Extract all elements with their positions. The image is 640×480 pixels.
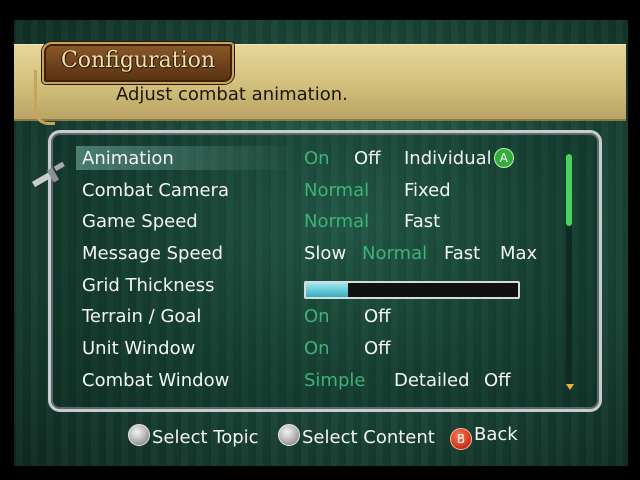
setting-label: Game Speed <box>82 211 198 232</box>
setting-row-animation[interactable]: Animation On Off Individual A <box>76 144 560 174</box>
option-slow[interactable]: Slow <box>304 243 346 264</box>
setting-label: Animation <box>82 148 174 169</box>
option-simple[interactable]: Simple <box>304 370 365 391</box>
option-normal[interactable]: Normal <box>304 211 369 232</box>
hint-label: Select Content <box>302 427 435 448</box>
setting-label: Terrain / Goal <box>82 306 202 327</box>
option-off[interactable]: Off <box>364 306 391 327</box>
option-on[interactable]: On <box>304 338 330 359</box>
option-normal[interactable]: Normal <box>304 180 369 201</box>
setting-label: Combat Camera <box>82 180 229 201</box>
option-individual[interactable]: Individual A <box>404 148 514 169</box>
page-title: Configuration <box>60 48 216 73</box>
option-normal[interactable]: Normal <box>362 243 427 264</box>
hint-select-topic: Select Topic <box>128 424 259 448</box>
option-fast[interactable]: Fast <box>444 243 480 264</box>
option-max[interactable]: Max <box>500 243 537 264</box>
hint-label: Back <box>474 424 518 445</box>
topic-description: Adjust combat animation. <box>116 84 348 105</box>
scrollbar-thumb[interactable] <box>566 154 572 226</box>
stick-icon <box>278 424 300 446</box>
option-off[interactable]: Off <box>354 148 381 169</box>
setting-row-game-speed[interactable]: Game Speed Normal Fast <box>80 207 560 237</box>
setting-row-grid-thickness[interactable]: Grid Thickness <box>80 271 560 301</box>
setting-row-message-speed[interactable]: Message Speed Slow Normal Fast Max <box>80 239 560 269</box>
setting-label: Message Speed <box>82 243 224 264</box>
setting-row-unit-window[interactable]: Unit Window On Off <box>80 334 560 364</box>
title-plate: Configuration <box>34 42 234 125</box>
setting-row-combat-window[interactable]: Combat Window Simple Detailed Off <box>80 366 560 396</box>
setting-label: Unit Window <box>82 338 196 359</box>
hint-label: Select Topic <box>152 427 259 448</box>
option-individual-label: Individual <box>404 148 492 169</box>
setting-label: Combat Window <box>82 370 230 391</box>
control-hints: Select Topic Select Content B Back <box>124 424 544 450</box>
scrollbar[interactable] <box>566 154 572 384</box>
a-button-icon: A <box>493 148 514 168</box>
scroll-down-arrow-icon <box>566 384 574 390</box>
grid-thickness-slider[interactable] <box>304 281 520 299</box>
option-off[interactable]: Off <box>364 338 391 359</box>
option-fixed[interactable]: Fixed <box>404 180 451 201</box>
option-detailed[interactable]: Detailed <box>394 370 470 391</box>
stick-icon <box>128 424 150 446</box>
slider-fill <box>306 283 349 297</box>
setting-label: Grid Thickness <box>82 275 215 296</box>
option-off[interactable]: Off <box>484 370 511 391</box>
option-on[interactable]: On <box>304 306 330 327</box>
hint-select-content: Select Content <box>278 424 435 448</box>
option-on[interactable]: On <box>304 148 330 169</box>
sword-icon <box>31 161 65 188</box>
title-flourish <box>34 70 55 125</box>
setting-row-combat-camera[interactable]: Combat Camera Normal Fixed <box>80 176 560 206</box>
b-button-icon: B <box>450 428 472 450</box>
option-fast[interactable]: Fast <box>404 211 440 232</box>
setting-row-terrain-goal[interactable]: Terrain / Goal On Off <box>80 302 560 332</box>
hint-back[interactable]: B Back <box>450 424 518 450</box>
